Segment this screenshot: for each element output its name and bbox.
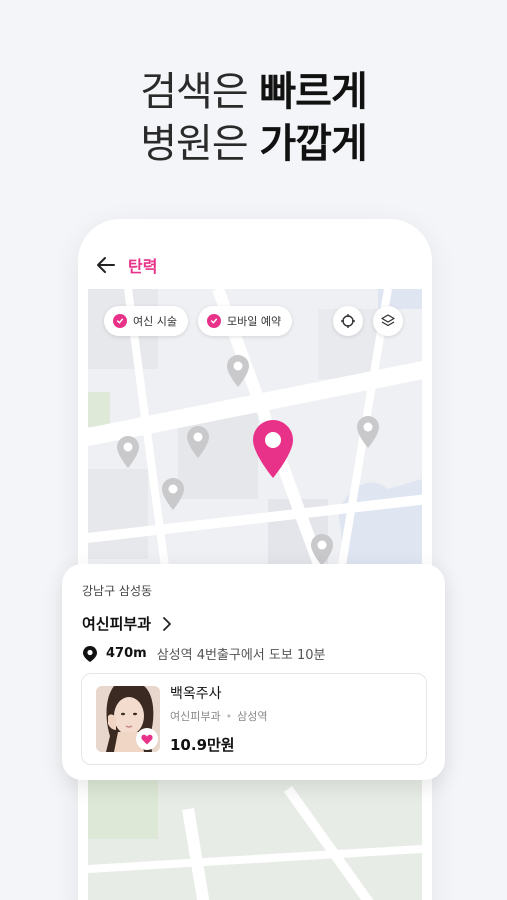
directions: 삼성역 4번출구에서 도보 10분: [156, 648, 326, 663]
chevron-right-icon: [163, 616, 171, 631]
product-clinic: 여신피부과: [170, 710, 221, 723]
product-item[interactable]: 백옥주사 여신피부과 • 삼성역 10.9만원: [81, 673, 427, 765]
chip-yeosin-treatment[interactable]: 여신 시술: [104, 306, 188, 336]
location-pin-icon: [83, 645, 97, 662]
headline-line2-light: 병원은: [140, 121, 260, 167]
headline-line1-light: 검색은: [140, 69, 260, 115]
filter-chips: 여신 시술 모바일 예약: [104, 306, 293, 336]
clinic-name: 여신피부과: [82, 615, 152, 633]
chip-mobile-reservation[interactable]: 모바일 예약: [197, 306, 293, 336]
product-meta: 여신피부과 • 삼성역: [170, 708, 267, 724]
back-arrow-icon[interactable]: [94, 253, 118, 277]
current-location-button[interactable]: [333, 306, 363, 336]
check-icon: [206, 314, 221, 328]
map-pin-icon[interactable]: [186, 425, 210, 459]
headline: 검색은 빠르게 병원은 가깝게: [0, 66, 507, 170]
map-pin-icon[interactable]: [356, 415, 380, 449]
map-pin-icon[interactable]: [226, 354, 250, 388]
map-layers-button[interactable]: [373, 306, 403, 336]
heart-icon[interactable]: [136, 728, 158, 750]
map-pin-icon[interactable]: [116, 435, 140, 469]
headline-line-1: 검색은 빠르게: [0, 66, 507, 118]
headline-line-2: 병원은 가깝게: [0, 118, 507, 170]
distance: 470m: [106, 646, 147, 661]
headline-line2-bold: 가깝게: [259, 121, 367, 167]
separator-dot: •: [225, 710, 233, 723]
product-info: 백옥주사 여신피부과 • 삼성역 10.9만원: [170, 683, 267, 755]
headline-line1-bold: 빠르게: [259, 69, 367, 115]
app-bar: 탄력: [78, 219, 432, 289]
map-pin-icon[interactable]: [310, 533, 334, 567]
map-pin-icon[interactable]: [161, 477, 185, 511]
product-price: 10.9만원: [170, 736, 235, 754]
product-name: 백옥주사: [170, 686, 222, 702]
clinic-card[interactable]: 강남구 삼성동 여신피부과 470m 삼성역 4번출구에서 도보 10분 백옥주…: [62, 564, 445, 780]
selected-map-pin-icon[interactable]: [252, 419, 294, 479]
district-label: 강남구 삼성동: [82, 584, 153, 598]
chip-label: 모바일 예약: [226, 315, 282, 328]
location-row: 470m 삼성역 4번출구에서 도보 10분: [82, 644, 427, 663]
phone-frame: 탄력 여신 시술 모바일 예약: [78, 219, 432, 900]
app-bar-title: 탄력: [128, 257, 158, 276]
layers-icon: [381, 314, 395, 327]
crosshair-icon: [341, 314, 355, 328]
product-station: 삼성역: [237, 710, 268, 723]
chip-label: 여신 시술: [133, 315, 177, 328]
clinic-title-row[interactable]: 여신피부과: [82, 613, 427, 634]
product-thumbnail: [96, 686, 160, 752]
check-icon: [113, 314, 127, 328]
